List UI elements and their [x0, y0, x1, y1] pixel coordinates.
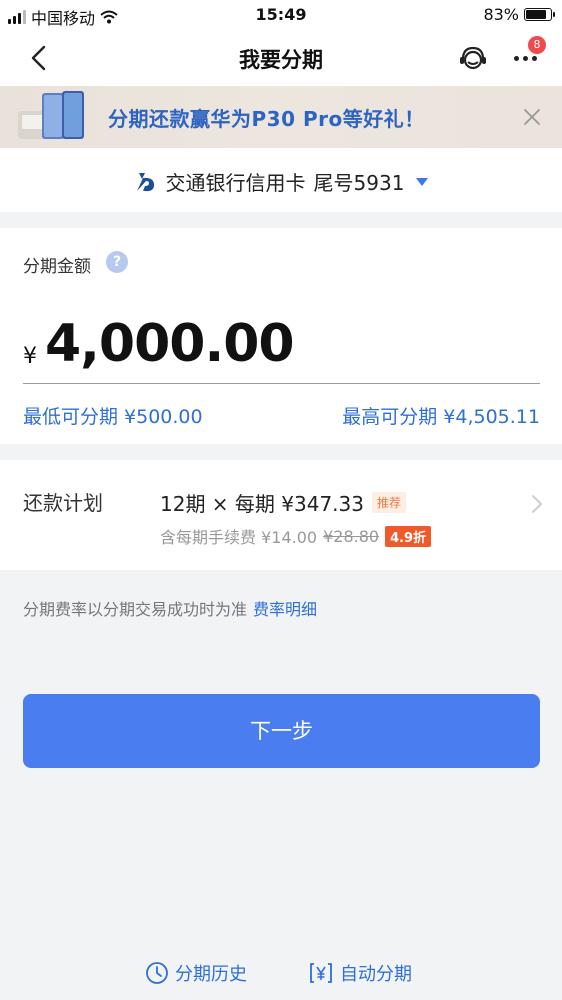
- more-icon: [514, 56, 537, 61]
- chevron-right-icon: [532, 495, 543, 513]
- bank-name: 交通银行信用卡: [165, 171, 306, 195]
- status-bar: 中国移动 15:49 83%: [0, 0, 562, 30]
- banner-text: 分期还款赢华为P30 Pro等好礼！: [108, 107, 425, 131]
- auto-installment-link[interactable]: 自动分期: [308, 960, 412, 986]
- installment-history-label: 分期历史: [175, 964, 247, 985]
- customer-service-icon[interactable]: [456, 42, 490, 76]
- yen-bracket-icon: [310, 963, 332, 983]
- max-amount: 最高可分期 ¥4,505.11: [342, 406, 540, 428]
- plan-summary-line: 12期 × 每期 ¥347.33 推荐: [160, 488, 406, 517]
- recommend-tag: 推荐: [371, 492, 406, 513]
- bank-logo-icon: [136, 172, 154, 191]
- caret-down-icon: [416, 177, 429, 186]
- battery-percent: 83%: [483, 5, 519, 24]
- auto-installment-label: 自动分期: [340, 964, 412, 985]
- discount-badge: 4.9折: [385, 525, 432, 547]
- fee-original: ¥28.80: [323, 526, 380, 546]
- currency-symbol: ¥: [23, 344, 37, 369]
- battery-icon: [524, 8, 555, 21]
- battery-fill: [526, 10, 546, 19]
- amount-section: 分期金额 ? ¥ 4,000.00 最低可分期 ¥500.00 最高可分期 ¥4…: [0, 228, 562, 444]
- footer-links: 分期历史 自动分期: [0, 956, 562, 992]
- close-icon[interactable]: [520, 105, 544, 129]
- card-tail: 尾号5931: [313, 171, 405, 195]
- plan-summary: 12期 × 每期 ¥347.33: [160, 492, 364, 516]
- plan-label: 还款计划: [23, 491, 103, 515]
- plan-fee-line: 含每期手续费 ¥14.00 ¥28.80 4.9折: [160, 524, 432, 548]
- rate-detail-link[interactable]: 费率明细: [253, 600, 317, 619]
- amount-value: 4,000.00: [45, 314, 295, 374]
- amount-label: 分期金额: [23, 257, 91, 277]
- more-button[interactable]: 8: [512, 36, 546, 74]
- next-button[interactable]: 下一步: [23, 694, 540, 768]
- phone-product-icon: [18, 91, 84, 139]
- status-time: 15:49: [255, 5, 307, 24]
- repayment-plan-row[interactable]: 还款计划 12期 × 每期 ¥347.33 推荐 含每期手续费 ¥14.00 ¥…: [0, 460, 562, 570]
- fee-text: 含每期手续费 ¥14.00: [160, 528, 318, 547]
- nav-bar: 我要分期 8: [0, 30, 562, 86]
- min-amount: 最低可分期 ¥500.00: [23, 406, 203, 428]
- installment-history-link[interactable]: 分期历史: [145, 960, 247, 986]
- amount-input[interactable]: ¥ 4,000.00: [23, 314, 540, 384]
- status-right: 83%: [483, 5, 555, 24]
- clock-icon: [146, 962, 168, 984]
- rate-note-text: 分期费率以分期交易成功时为准: [23, 600, 248, 619]
- notification-badge: 8: [528, 36, 546, 54]
- card-selector[interactable]: 交通银行信用卡 尾号5931: [0, 148, 562, 212]
- help-icon[interactable]: ?: [106, 251, 128, 273]
- card-selector-content: 交通银行信用卡 尾号5931: [0, 167, 562, 196]
- promo-banner[interactable]: 分期还款赢华为P30 Pro等好礼！: [0, 86, 562, 148]
- rate-note: 分期费率以分期交易成功时为准 费率明细: [23, 596, 317, 620]
